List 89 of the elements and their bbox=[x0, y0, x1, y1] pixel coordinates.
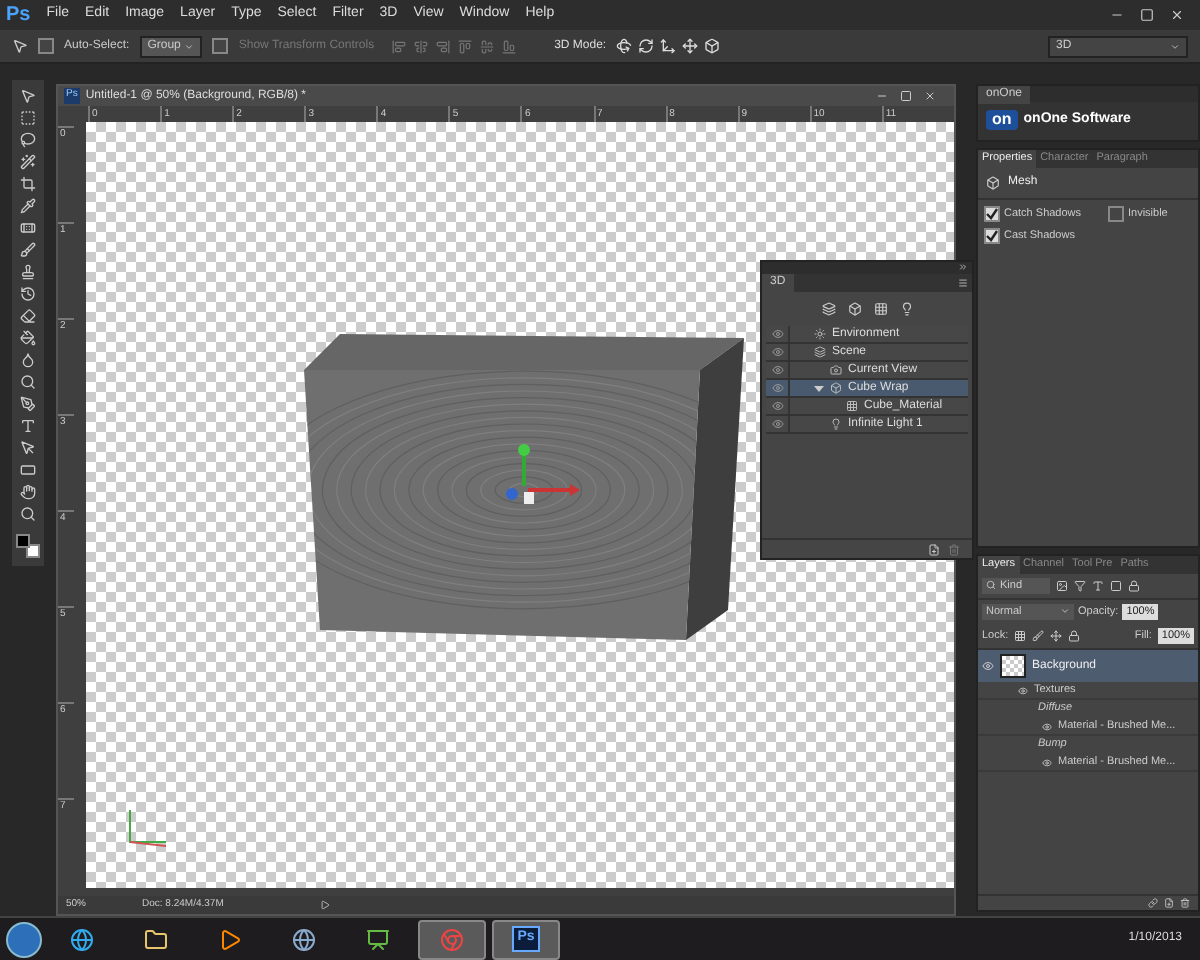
eye-icon[interactable] bbox=[771, 328, 783, 340]
wand-icon[interactable] bbox=[20, 154, 36, 170]
history-icon[interactable] bbox=[20, 286, 36, 302]
layer-thumbnail bbox=[1000, 654, 1026, 679]
lasso-icon[interactable] bbox=[20, 132, 36, 148]
taskbar-app[interactable] bbox=[418, 919, 486, 959]
lock-icon[interactable] bbox=[1068, 630, 1081, 643]
rectangle-icon[interactable] bbox=[20, 462, 36, 478]
rotate-icon[interactable] bbox=[616, 38, 633, 54]
type-icon[interactable] bbox=[20, 418, 36, 434]
background-color-swatch[interactable] bbox=[26, 544, 40, 558]
foreground-color-swatch[interactable] bbox=[16, 534, 30, 548]
chevron-down-icon bbox=[1060, 606, 1070, 617]
bandage-icon[interactable] bbox=[20, 220, 36, 236]
pointer-icon[interactable] bbox=[20, 88, 36, 104]
eye-icon[interactable] bbox=[771, 418, 783, 430]
align-icon[interactable] bbox=[480, 39, 495, 53]
align-icon[interactable] bbox=[392, 39, 407, 53]
presentation-icon bbox=[366, 927, 390, 951]
restore-icon[interactable] bbox=[1140, 8, 1154, 22]
chevron-down-icon bbox=[1170, 41, 1180, 51]
onone-logo: on bbox=[986, 110, 1018, 131]
bucket-icon[interactable] bbox=[20, 330, 36, 346]
link-icon[interactable] bbox=[1148, 898, 1158, 908]
globe-icon bbox=[292, 927, 316, 951]
chevron-down-icon bbox=[184, 41, 195, 51]
eye-icon[interactable] bbox=[771, 346, 783, 358]
search-icon bbox=[986, 580, 996, 591]
play-icon[interactable] bbox=[319, 900, 330, 910]
align-icon[interactable] bbox=[502, 39, 517, 53]
mesh-icon bbox=[986, 175, 1000, 189]
magnifier-icon[interactable] bbox=[20, 374, 36, 390]
move-tool-icon[interactable] bbox=[12, 38, 28, 54]
droplet-icon[interactable] bbox=[20, 352, 36, 368]
shape-icon[interactable] bbox=[1110, 579, 1122, 592]
minimize-icon[interactable] bbox=[876, 90, 888, 102]
checkbox[interactable] bbox=[984, 227, 1000, 244]
checkbox[interactable] bbox=[212, 38, 229, 54]
mesh-icon[interactable] bbox=[847, 302, 861, 316]
play-icon bbox=[218, 927, 242, 951]
eye-icon[interactable] bbox=[1018, 685, 1028, 696]
close-icon[interactable] bbox=[924, 90, 936, 102]
light-icon[interactable] bbox=[899, 302, 913, 316]
transparent-canvas[interactable] bbox=[86, 122, 954, 888]
close-icon[interactable] bbox=[1170, 8, 1184, 22]
mesh-icon bbox=[830, 382, 842, 394]
checkbox[interactable] bbox=[38, 38, 54, 54]
collapse-icon[interactable] bbox=[958, 262, 968, 272]
cursor-icon[interactable] bbox=[20, 440, 36, 456]
pen-icon[interactable] bbox=[20, 396, 36, 412]
camera-icon bbox=[830, 364, 842, 376]
eye-icon[interactable] bbox=[1042, 757, 1052, 768]
light-icon bbox=[830, 418, 842, 430]
scene-icon bbox=[814, 346, 826, 358]
align-icon[interactable] bbox=[458, 39, 473, 53]
eraser-icon[interactable] bbox=[20, 308, 36, 324]
brush-icon[interactable] bbox=[20, 242, 36, 258]
align-icon[interactable] bbox=[414, 39, 429, 53]
checkbox[interactable] bbox=[984, 205, 1000, 222]
new-layer-icon[interactable] bbox=[1164, 898, 1174, 908]
hand-icon[interactable] bbox=[20, 484, 36, 500]
eye-icon[interactable] bbox=[771, 364, 783, 376]
minimize-icon[interactable] bbox=[1110, 8, 1124, 22]
start-button[interactable] bbox=[6, 921, 42, 957]
eye-icon[interactable] bbox=[771, 400, 783, 412]
environment-icon bbox=[814, 328, 826, 340]
eye-icon[interactable] bbox=[1042, 721, 1052, 732]
axis-drawing bbox=[126, 808, 170, 848]
stamp-icon[interactable] bbox=[20, 264, 36, 280]
app-logo: Ps bbox=[6, 2, 31, 30]
eyedropper-icon[interactable] bbox=[20, 198, 36, 214]
folder-icon bbox=[144, 927, 168, 951]
new-item-icon[interactable] bbox=[928, 543, 940, 555]
dashed-square-icon[interactable] bbox=[20, 110, 36, 126]
scene-icon[interactable] bbox=[821, 302, 835, 316]
menu-icon[interactable] bbox=[958, 278, 968, 288]
image-icon[interactable] bbox=[1056, 579, 1068, 592]
restore-icon[interactable] bbox=[900, 90, 912, 102]
zoom-icon[interactable] bbox=[20, 506, 36, 522]
align-icon[interactable] bbox=[436, 39, 451, 53]
chrome-icon bbox=[440, 927, 464, 951]
expand-triangle-icon[interactable] bbox=[814, 383, 824, 393]
eye-icon[interactable] bbox=[982, 660, 994, 673]
checkbox[interactable] bbox=[1108, 205, 1124, 222]
material-icon[interactable] bbox=[873, 302, 887, 316]
material-icon bbox=[846, 400, 858, 412]
type-icon[interactable] bbox=[1092, 579, 1104, 592]
trash-icon[interactable] bbox=[1180, 898, 1190, 908]
crop-icon[interactable] bbox=[20, 176, 36, 192]
